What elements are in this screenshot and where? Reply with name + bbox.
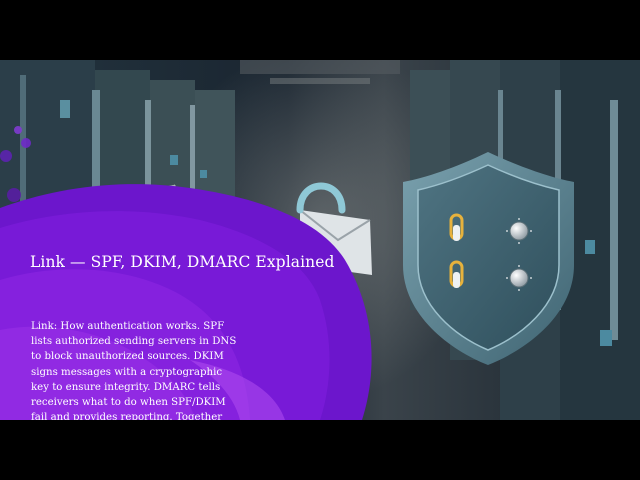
letterbox-top xyxy=(0,0,640,60)
slide-scene: Link — SPF, DKIM, DMARC Explained Link: … xyxy=(0,60,640,420)
slide-title: Link — SPF, DKIM, DMARC Explained xyxy=(30,253,335,271)
letterbox-bottom xyxy=(0,420,640,480)
slide-body-text: Link: How authentication works. SPF list… xyxy=(31,321,237,420)
